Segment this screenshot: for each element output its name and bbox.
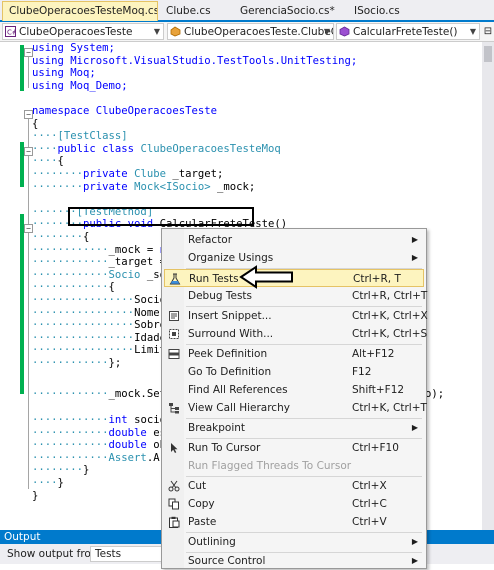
code-line: ················Idade [32, 331, 166, 344]
code-line: ············}; [32, 357, 122, 369]
code-line: using System; [32, 42, 115, 54]
code-line: ············Assert.Are [32, 451, 173, 464]
surround-icon [169, 329, 179, 339]
cursor-icon [171, 443, 178, 453]
code-line: ············double obt [32, 439, 172, 452]
code-line: namespace ClubeOperacoesTeste [32, 105, 217, 117]
code-line: ········private Mock<ISocio> _mock; [32, 180, 256, 193]
code-line: ················Sobren [32, 319, 173, 332]
menu-item-view-call-hierarchy[interactable]: View Call Hierarchy Ctrl+K, Ctrl+T [164, 399, 427, 417]
code-line: ········private Clube _target; [32, 168, 224, 180]
menu-item-surround-with[interactable]: Surround With... Ctrl+K, Ctrl+S [164, 325, 427, 343]
split-editor-button[interactable]: ⊟ [482, 24, 494, 40]
tab-label: Clube.cs [166, 5, 211, 17]
code-line: { [32, 117, 39, 130]
menu-item-find-all-references[interactable]: Find All References Shift+F12 [164, 381, 424, 399]
code-line: ················Nome = [32, 306, 173, 319]
call-hierarchy-icon [169, 403, 179, 414]
menu-item-debug-tests[interactable]: Debug Tests Ctrl+R, Ctrl+T [164, 287, 427, 305]
chevron-down-icon: ▼ [323, 27, 330, 36]
code-line: ············_mock.Setu [32, 388, 173, 400]
menu-item-source-control[interactable]: Source Control ▶ [164, 552, 424, 570]
csharp-project-icon: C# [5, 26, 16, 37]
menu-item-run-flagged-threads-to-cursor: Run Flagged Threads To Cursor [188, 460, 352, 472]
tab-label: GerenciaSocio.cs* [240, 5, 335, 17]
scissors-icon [168, 480, 180, 492]
tab-label: ClubeOperacoesTesteMoq.cs [9, 5, 158, 17]
menu-item-paste[interactable]: Paste Ctrl+V [164, 513, 424, 531]
class-dropdown[interactable]: ClubeOperacoesTeste.ClubeOpe ▼ [167, 23, 334, 40]
tab-isocio[interactable]: ISocio.cs [348, 2, 418, 20]
annotation-arrow-icon [239, 265, 293, 289]
vertical-scrollbar[interactable] [482, 42, 494, 530]
navigation-bar: C# ClubeOperacoesTeste ▼ ClubeOperacoesT… [0, 22, 494, 42]
project-dropdown[interactable]: C# ClubeOperacoesTeste ▼ [2, 23, 164, 40]
output-source-select[interactable]: Tests [90, 546, 170, 562]
copy-icon [168, 498, 179, 510]
method-icon [339, 26, 350, 37]
submenu-arrow-icon: ▶ [411, 253, 418, 262]
annotation-highlight-box [68, 207, 254, 226]
menu-item-refactor[interactable]: Refactor ▶ [164, 231, 424, 249]
code-line: ············Socio _soc [32, 268, 173, 281]
menu-item-outlining[interactable]: Outlining ▶ [164, 533, 424, 551]
class-name: ClubeOperacoesTeste.ClubeOpe [184, 26, 333, 38]
code-line: using Moq_Demo; [32, 79, 128, 92]
code-line-tail: o); [425, 388, 445, 400]
code-line: using Moq; [32, 67, 96, 80]
menu-item-go-to-definition[interactable]: Go To Definition F12 [164, 363, 424, 381]
menu-item-copy[interactable]: Copy Ctrl+C [164, 495, 424, 513]
svg-text:C#: C# [7, 29, 16, 37]
change-marker [20, 214, 24, 394]
member-dropdown[interactable]: CalcularFreteTeste() ▼ [336, 23, 480, 40]
code-line: ········} [32, 464, 90, 477]
code-line: ················Limite [32, 344, 173, 357]
member-name: CalcularFreteTeste() [353, 26, 458, 38]
code-line: } [32, 489, 39, 502]
peek-icon [168, 349, 180, 359]
code-line: ············_target = [32, 256, 173, 269]
tab-clube[interactable]: Clube.cs [160, 2, 230, 20]
submenu-arrow-icon: ▶ [411, 556, 418, 565]
tab-label: ISocio.cs [354, 5, 400, 17]
code-line: ············int socioI [32, 414, 173, 426]
code-line: ····} [32, 477, 64, 489]
code-line: ········{ [32, 231, 90, 243]
tab-gerencia-socio[interactable]: GerenciaSocio.cs* [234, 2, 344, 20]
flask-icon [169, 273, 181, 285]
fold-line [28, 57, 29, 88]
scrollbar-thumb[interactable] [484, 46, 492, 62]
submenu-arrow-icon: ▶ [411, 423, 418, 432]
menu-item-insert-snippet[interactable]: Insert Snippet... Ctrl+K, Ctrl+X [164, 307, 428, 325]
code-line: using Microsoft.VisualStudio.TestTools.U… [32, 54, 358, 67]
menu-item-run-to-cursor[interactable]: Run To Cursor Ctrl+F10 [164, 439, 424, 457]
code-line: ····{ [32, 155, 64, 168]
menu-item-breakpoint[interactable]: Breakpoint ▶ [164, 419, 424, 437]
submenu-arrow-icon: ▶ [411, 537, 418, 546]
submenu-arrow-icon: ▶ [411, 235, 418, 244]
code-line: ····public class ClubeOperacoesTesteMoq [32, 142, 281, 155]
code-line: ············_mock = ne [32, 243, 172, 256]
code-line: ············{ [32, 281, 115, 294]
menu-item-peek-definition[interactable]: Peek Definition Alt+F12 [164, 345, 424, 363]
class-icon [170, 26, 181, 37]
code-line: ············double esp [32, 426, 172, 439]
chevron-down-icon: ▼ [469, 27, 476, 36]
document-tab-strip: ClubeOperacoesTesteMoq.cs✕ Clube.cs Gere… [0, 0, 494, 22]
menu-item-cut[interactable]: Cut Ctrl+X [164, 477, 424, 495]
snippet-icon [169, 311, 179, 321]
project-name: ClubeOperacoesTeste [19, 26, 133, 38]
tab-clube-operacoes-teste-moq[interactable]: ClubeOperacoesTesteMoq.cs✕ [2, 1, 158, 21]
paste-icon [169, 516, 180, 528]
fold-line [28, 119, 29, 489]
code-line: ················SocioI [32, 294, 173, 306]
chevron-down-icon: ▼ [153, 27, 160, 36]
code-line: ····[TestClass] [32, 130, 128, 143]
